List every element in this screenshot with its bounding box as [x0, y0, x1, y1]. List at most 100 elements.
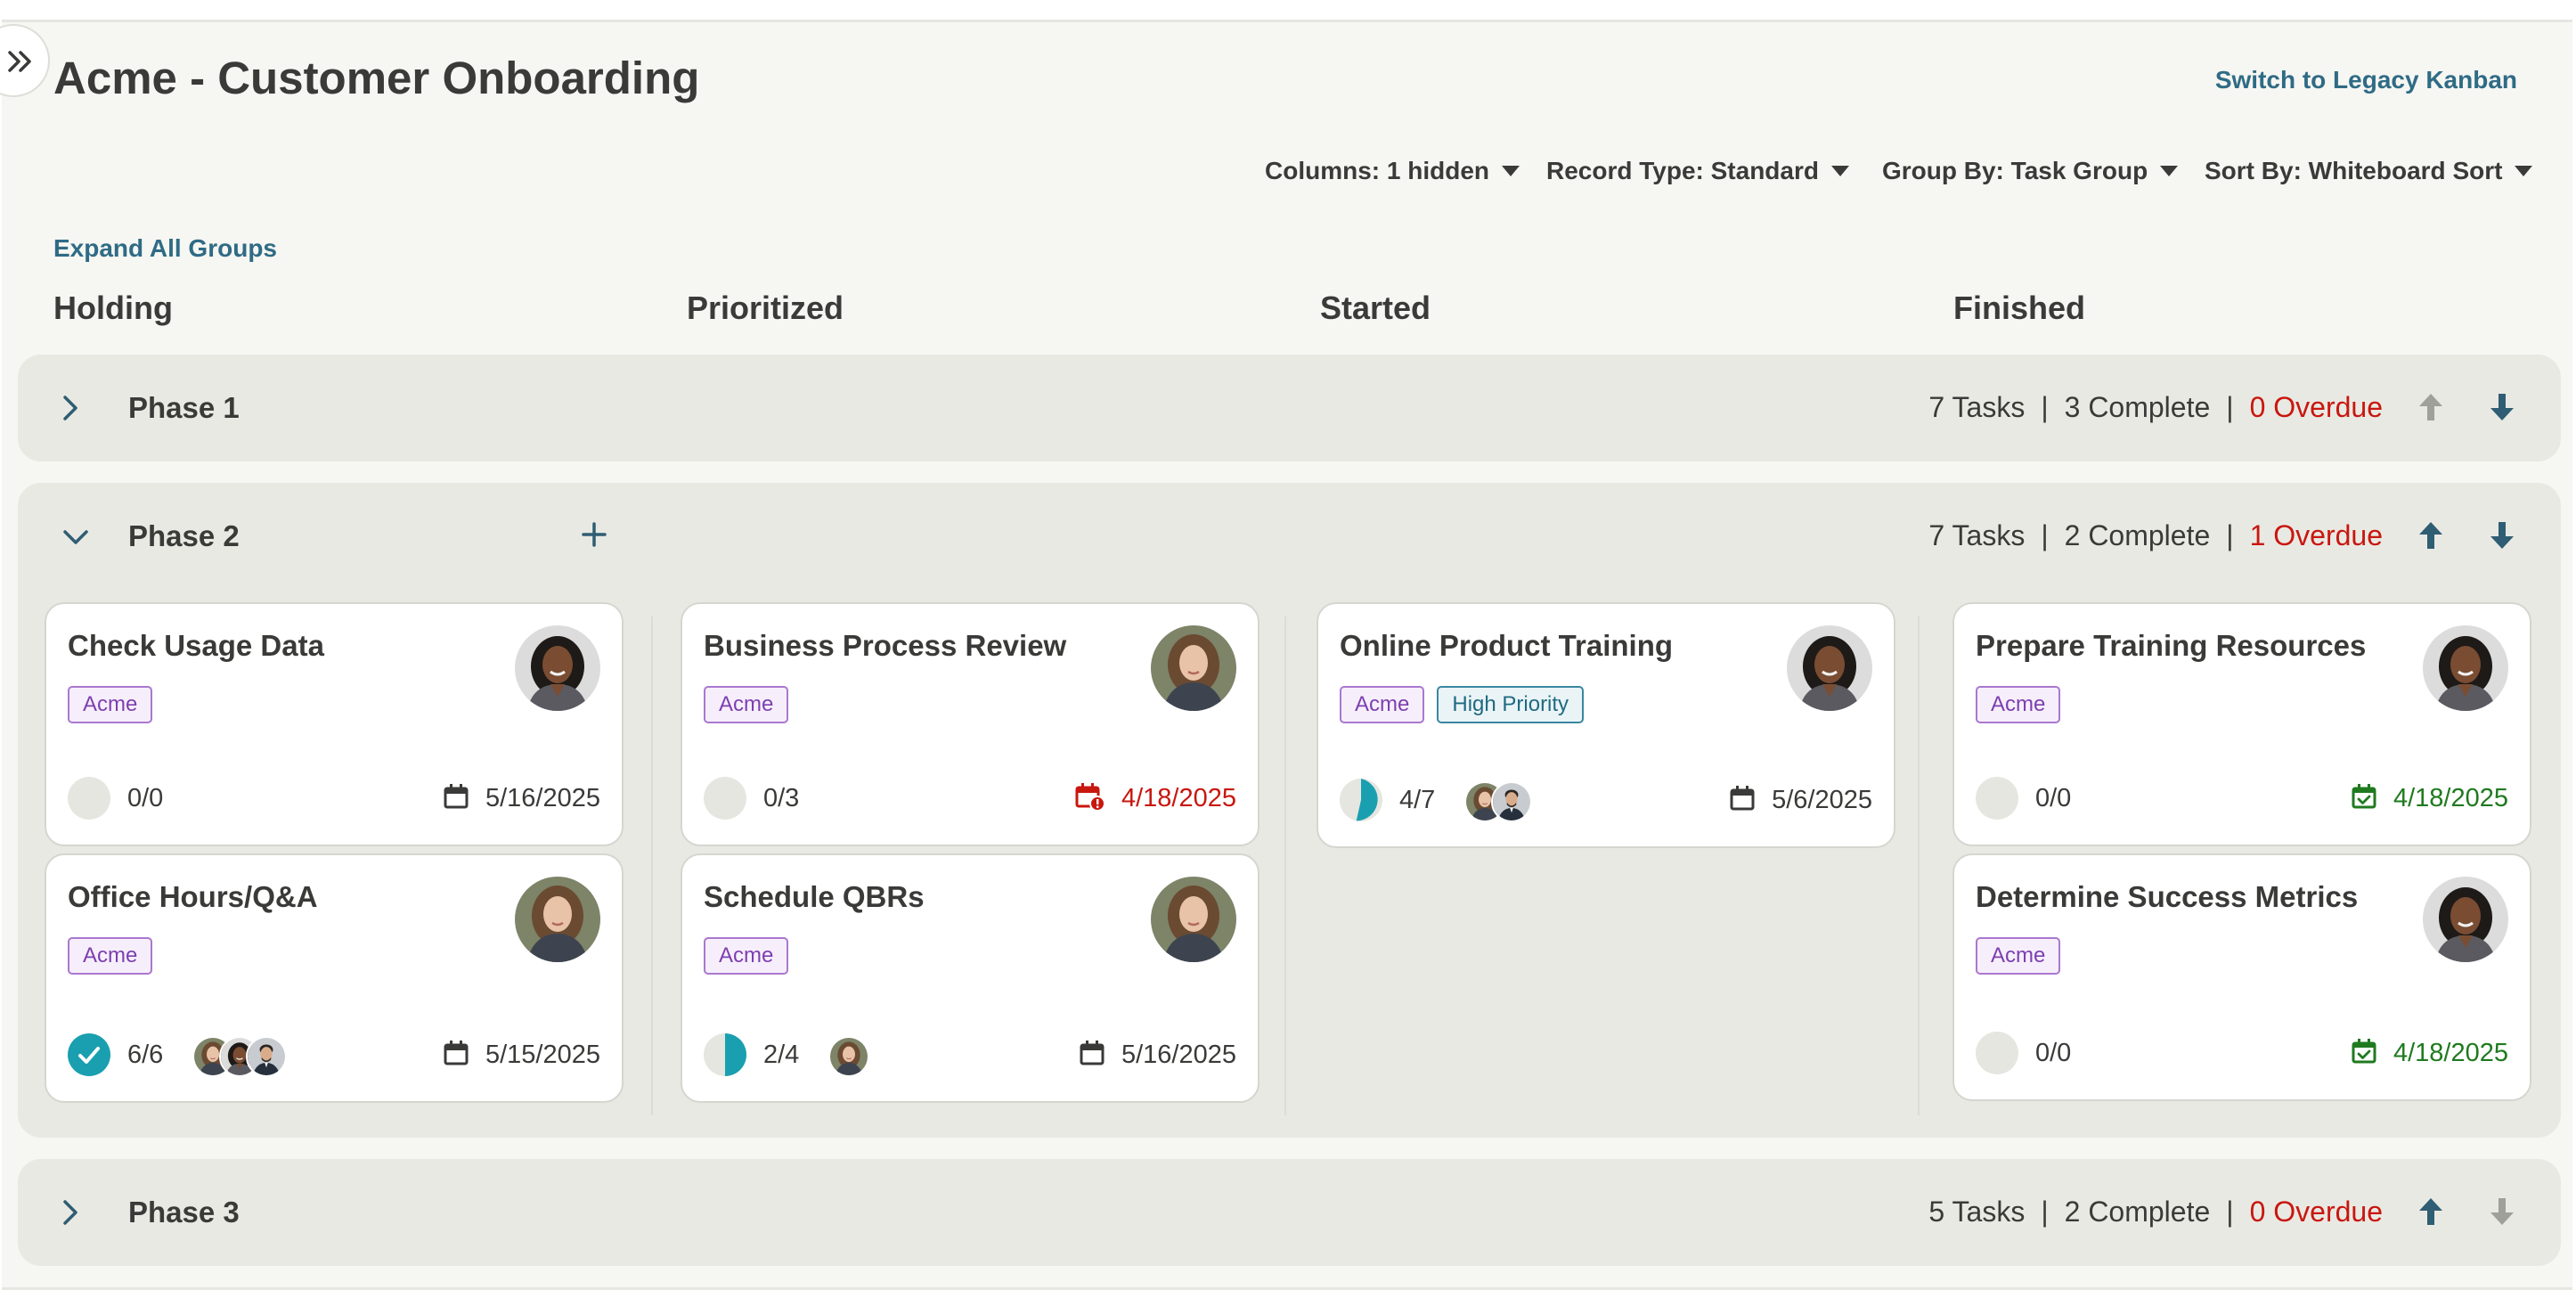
tag-high-priority[interactable]: High Priority	[1437, 686, 1585, 723]
task-tags: Acme	[1976, 686, 2061, 723]
app-window: Acme - Customer Onboarding Switch to Leg…	[0, 20, 2572, 1290]
due-date-text: 5/6/2025	[1772, 786, 1872, 814]
progress-pie-icon	[1340, 779, 1382, 821]
group-by-dropdown[interactable]: Group By: Task Group	[1882, 157, 2179, 185]
owner-avatar[interactable]	[515, 877, 600, 962]
tag-acme[interactable]: Acme	[68, 686, 153, 723]
move-down-arrow-icon[interactable]	[2489, 392, 2515, 422]
task-card-determine-success-metrics[interactable]: Determine Success Metrics Acme 0/0 4/18/…	[1952, 853, 2531, 1101]
tag-acme[interactable]: Acme	[1976, 937, 2061, 975]
task-due-date[interactable]: 5/15/2025	[443, 1041, 600, 1070]
task-card-online-product-training[interactable]: Online Product Training Acme High Priori…	[1317, 602, 1895, 848]
task-tags: Acme	[68, 686, 153, 723]
task-progress: 0/3	[763, 784, 800, 812]
phase-name[interactable]: Phase 3	[128, 1196, 240, 1229]
assignee-avatars[interactable]	[192, 1036, 299, 1077]
tag-acme[interactable]: Acme	[1976, 686, 2061, 723]
task-tags: Acme	[704, 686, 789, 723]
progress-pie-half-icon	[704, 1033, 746, 1076]
chevron-right-icon[interactable]	[62, 395, 78, 421]
owner-avatar[interactable]	[515, 625, 600, 711]
tag-acme[interactable]: Acme	[68, 937, 153, 975]
chevron-right-icon[interactable]	[62, 1199, 78, 1226]
task-title: Prepare Training Resources	[1976, 629, 2367, 662]
columns-filter-dropdown[interactable]: Columns: 1 hidden	[1265, 157, 1520, 185]
phase-name[interactable]: Phase 2	[128, 519, 240, 553]
task-card-schedule-qbrs[interactable]: Schedule QBRs Acme 2/4 5/16/2025	[681, 853, 1259, 1103]
caret-down-icon	[1830, 165, 1849, 176]
phase-name[interactable]: Phase 1	[128, 391, 240, 425]
task-tags: Acme	[68, 937, 153, 975]
sort-by-dropdown[interactable]: Sort By: Whiteboard Sort	[2205, 157, 2533, 185]
phase-task-count: 7 Tasks	[1928, 391, 2026, 423]
column-divider	[651, 616, 653, 1115]
assignee-avatars[interactable]	[1464, 781, 1545, 822]
task-progress: 6/6	[127, 1041, 164, 1069]
owner-avatar[interactable]	[1787, 625, 1872, 711]
due-date-text: 5/16/2025	[485, 784, 600, 812]
task-footer: 4/7 5/6/2025	[1340, 779, 1872, 822]
phase-group-1: Phase 1 7 Tasks | 3 Complete | 0 Overdue	[18, 355, 2561, 461]
task-progress: 0/0	[127, 784, 164, 812]
task-tags: Acme High Priority	[1340, 686, 1585, 723]
calendar-icon	[443, 783, 469, 810]
tag-acme[interactable]: Acme	[704, 937, 789, 975]
move-up-arrow-icon[interactable]	[2417, 520, 2444, 551]
task-footer: 0/0 4/18/2025	[1976, 1032, 2508, 1074]
task-card-business-process-review[interactable]: Business Process Review Acme 0/3 4/18/20…	[681, 602, 1259, 846]
task-card-check-usage-data[interactable]: Check Usage Data Acme 0/0 5/16/2025	[45, 602, 624, 846]
switch-legacy-kanban-link[interactable]: Switch to Legacy Kanban	[2215, 66, 2517, 94]
move-down-arrow-icon[interactable]	[2489, 1196, 2515, 1227]
owner-avatar[interactable]	[1151, 625, 1236, 711]
task-title: Office Hours/Q&A	[68, 880, 318, 913]
tag-acme[interactable]: Acme	[704, 686, 789, 723]
due-date-text: 5/15/2025	[485, 1041, 600, 1069]
task-title: Business Process Review	[704, 629, 1067, 662]
move-up-arrow-icon[interactable]	[2417, 1196, 2444, 1227]
phase-overdue-count: 1 Overdue	[2249, 519, 2383, 551]
task-card-prepare-training-resources[interactable]: Prepare Training Resources Acme 0/0 4/18…	[1952, 602, 2531, 846]
progress-ring-empty-icon	[1976, 1032, 2018, 1074]
avatar	[246, 1036, 287, 1077]
sidebar-toggle-button[interactable]	[0, 24, 50, 97]
expand-all-groups-link[interactable]: Expand All Groups	[53, 234, 277, 263]
avatar	[828, 1036, 869, 1077]
owner-avatar[interactable]	[1151, 877, 1236, 962]
due-date-text: 5/16/2025	[1121, 1041, 1236, 1069]
checkmark-complete-icon	[68, 1033, 110, 1076]
owner-avatar[interactable]	[2423, 625, 2508, 711]
move-down-arrow-icon[interactable]	[2489, 520, 2515, 551]
tag-acme[interactable]: Acme	[1340, 686, 1425, 723]
page-title: Acme - Customer Onboarding	[53, 53, 700, 103]
task-due-date-done[interactable]: 4/18/2025	[2351, 1039, 2508, 1068]
move-up-arrow-icon[interactable]	[2417, 392, 2444, 422]
assignee-avatars[interactable]	[828, 1036, 873, 1077]
phase-stats: 7 Tasks | 3 Complete | 0 Overdue	[1928, 391, 2383, 423]
task-footer: 6/6 5/15/2025	[68, 1033, 600, 1077]
record-type-dropdown[interactable]: Record Type: Standard	[1546, 157, 1849, 185]
task-due-date[interactable]: 5/6/2025	[1729, 786, 1872, 815]
phase-overdue-count: 0 Overdue	[2249, 391, 2383, 423]
phase-complete-count: 2 Complete	[2064, 1196, 2211, 1228]
add-task-plus-icon[interactable]	[582, 522, 607, 547]
task-due-date[interactable]: 5/16/2025	[443, 784, 600, 813]
columns-filter-label: Columns: 1 hidden	[1265, 157, 1489, 184]
column-divider	[1918, 616, 1920, 1115]
task-card-office-hours[interactable]: Office Hours/Q&A Acme 6/6 5/15/2025	[45, 853, 624, 1103]
chevron-down-icon[interactable]	[62, 529, 89, 545]
owner-avatar[interactable]	[2423, 877, 2508, 962]
column-header-finished: Finished	[1953, 290, 2086, 326]
column-header-started: Started	[1320, 290, 1431, 326]
task-due-date-done[interactable]: 4/18/2025	[2351, 784, 2508, 813]
due-date-text: 4/18/2025	[2393, 784, 2508, 812]
phase-stats: 5 Tasks | 2 Complete | 0 Overdue	[1928, 1196, 2383, 1228]
progress-ring-empty-icon	[704, 777, 746, 820]
phase-group-2: Phase 2 7 Tasks | 2 Complete | 1 Overdue Che…	[18, 483, 2561, 1138]
task-due-date[interactable]: 5/16/2025	[1079, 1041, 1236, 1070]
column-header-holding: Holding	[53, 290, 173, 326]
task-due-date-overdue[interactable]: 4/18/2025	[1075, 783, 1236, 813]
caret-down-icon	[2515, 165, 2533, 176]
phase-complete-count: 2 Complete	[2064, 519, 2211, 551]
double-chevron-right-icon	[8, 51, 31, 72]
group-by-label: Group By: Task Group	[1882, 157, 2148, 184]
